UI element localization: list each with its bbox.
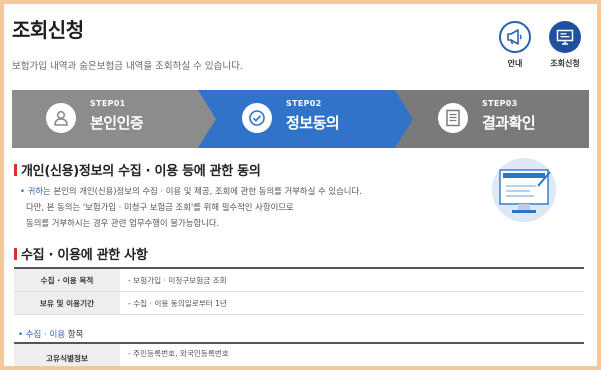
table-row: 보유 및 이용기간 - 수집 · 이용 동의일로부터 1년	[14, 292, 584, 315]
step-2-number: STEP02	[286, 99, 322, 108]
consent-line-2: 다만, 본 동의는 '보험가입 · 미청구 보험금 조회'를 위해 필수적인 사…	[26, 202, 294, 212]
guide-button[interactable]	[499, 21, 531, 53]
table-cell: - 보험가입 · 미청구보험금 조회	[128, 275, 227, 285]
section-marker	[14, 248, 17, 260]
consent-line-3: 동의를 거부하시는 경우 관련 업무수행이 불가능합니다.	[26, 218, 220, 228]
consent-line-1: • 귀하는 본인의 개인(신용)정보의 수집 · 이용 및 제공, 조회에 관한…	[20, 186, 362, 196]
step-2-name: 정보동의	[286, 114, 340, 132]
consent-description: • 귀하는 본인의 개인(신용)정보의 수집 · 이용 및 제공, 조회에 관한…	[20, 183, 440, 231]
consent-section-title: 개인(신용)정보의 수집 · 이용 등에 관한 동의	[14, 160, 261, 179]
page-title: 조회신청	[12, 18, 84, 42]
table-header-cell: 보유 및 이용기간	[14, 292, 120, 314]
step-3-name: 결과확인	[482, 114, 536, 132]
consent-monitor-illustration	[492, 158, 556, 222]
step-3: STEP03 결과확인	[400, 90, 589, 148]
table-cell: - 주민등록번호, 외국인등록번호	[128, 349, 229, 358]
consent-line-1-prefix: 귀하	[27, 186, 44, 196]
inquiry-request-button[interactable]	[549, 21, 581, 53]
collection-section-title: 수집 · 이용에 관한 사항	[14, 244, 148, 263]
table-row: 수집 · 이용 목적 - 보험가입 · 미청구보험금 조회	[14, 269, 584, 292]
table-header-cell: 고유식별정보	[14, 344, 120, 366]
monitor-icon	[556, 29, 574, 45]
step-1: STEP01 본인인증	[12, 90, 202, 148]
step-1-number: STEP01	[90, 99, 126, 108]
table-header-cell: 수집 · 이용 목적	[14, 269, 120, 291]
consent-line-1-text: 는 본인의 개인(신용)정보의 수집 · 이용 및 제공, 조회에 관한 동의를…	[43, 186, 362, 196]
collection-table: 수집 · 이용 목적 - 보험가입 · 미청구보험금 조회 보유 및 이용기간 …	[14, 267, 584, 315]
table-row: 고유식별정보 - 주민등록번호, 외국인등록번호	[14, 344, 584, 366]
step-indicator: STEP01 본인인증 STEP02 정보동의 STEP03 결과확인	[12, 90, 589, 148]
guide-label[interactable]: 안내	[490, 58, 540, 69]
page-frame: 조회신청 보험가입 내역과 숨은보험금 내역을 조회하실 수 있습니다. 안내 …	[4, 4, 597, 366]
collection-items-heading-highlight: 수집 · 이용	[25, 330, 66, 340]
section-marker	[14, 164, 17, 176]
table-cell: - 수집 · 이용 동의일로부터 1년	[128, 298, 227, 308]
collection-items-heading-rest: 항목	[65, 330, 84, 340]
consent-title-text: 개인(신용)정보의 수집 · 이용 등에 관한 동의	[21, 164, 261, 179]
step-1-name: 본인인증	[90, 114, 144, 132]
step-2: STEP02 정보동의	[202, 90, 402, 148]
document-icon	[438, 103, 468, 133]
collection-items-heading: • 수집 · 이용 항목	[18, 330, 84, 340]
collection-title-text: 수집 · 이용에 관한 사항	[21, 248, 148, 263]
check-icon	[242, 103, 272, 133]
inquiry-request-label[interactable]: 조회신청	[540, 58, 590, 69]
person-icon	[46, 103, 76, 133]
collection-items-table: 고유식별정보 - 주민등록번호, 외국인등록번호	[14, 342, 584, 366]
megaphone-icon	[507, 29, 522, 45]
step-3-number: STEP03	[482, 99, 518, 108]
page-subtitle: 보험가입 내역과 숨은보험금 내역을 조회하실 수 있습니다.	[12, 61, 243, 72]
